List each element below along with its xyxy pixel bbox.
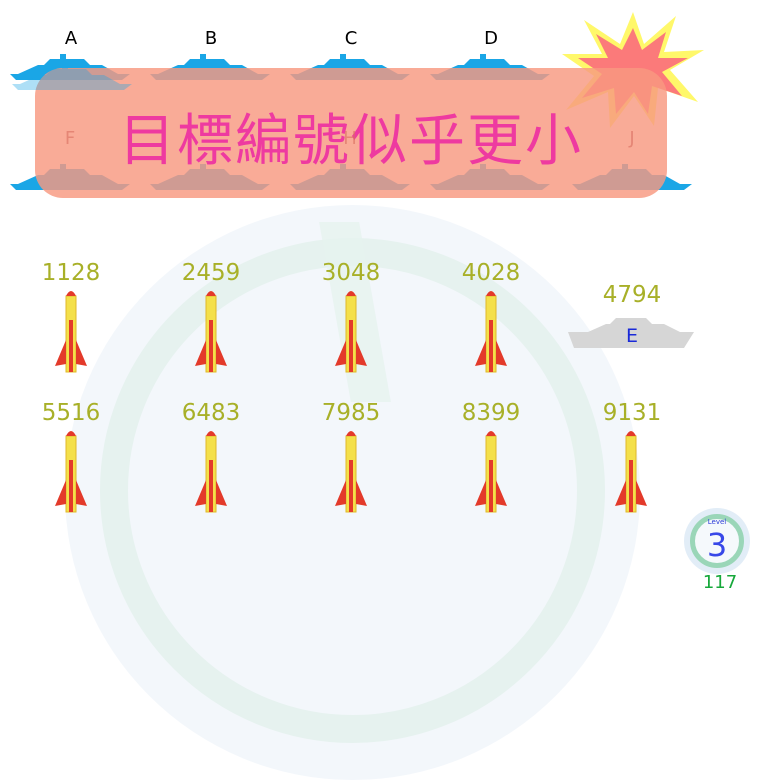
ship-label-a: A — [64, 28, 78, 49]
target-number: 7985 — [321, 400, 381, 426]
target-number: 6483 — [181, 400, 241, 426]
target-number: 2459 — [181, 260, 241, 286]
ship-label-d: D — [484, 28, 498, 49]
ship-label-f: F — [64, 128, 76, 149]
missile-icon[interactable] — [55, 290, 89, 374]
target-number: 8399 — [461, 400, 521, 426]
missile-icon[interactable] — [475, 430, 509, 514]
ghost-ship-icon — [12, 64, 132, 90]
target-number: 4028 — [461, 260, 521, 286]
missile-icon[interactable] — [335, 290, 369, 374]
missile-icon[interactable] — [195, 430, 229, 514]
target-number: 3048 — [321, 260, 381, 286]
score-counter: 117 — [702, 572, 738, 593]
target-number: 5516 — [41, 400, 101, 426]
ship-label-h: H — [343, 128, 357, 149]
level-badge: Level 3 — [684, 508, 750, 574]
ship-label-b: B — [204, 28, 218, 49]
target-number: 1128 — [41, 260, 101, 286]
missile-icon[interactable] — [335, 430, 369, 514]
ship-label-j: J — [629, 128, 635, 149]
target-number: 9131 — [602, 400, 662, 426]
ship-label-c: C — [344, 28, 358, 49]
level-number: 3 — [706, 526, 728, 564]
missile-icon[interactable] — [195, 290, 229, 374]
hit-number: 4794 — [602, 282, 662, 308]
hit-ship-label: E — [625, 325, 638, 347]
missile-icon[interactable] — [475, 290, 509, 374]
missile-icon[interactable] — [615, 430, 649, 514]
level-word: Level — [707, 518, 727, 526]
missile-icon[interactable] — [55, 430, 89, 514]
